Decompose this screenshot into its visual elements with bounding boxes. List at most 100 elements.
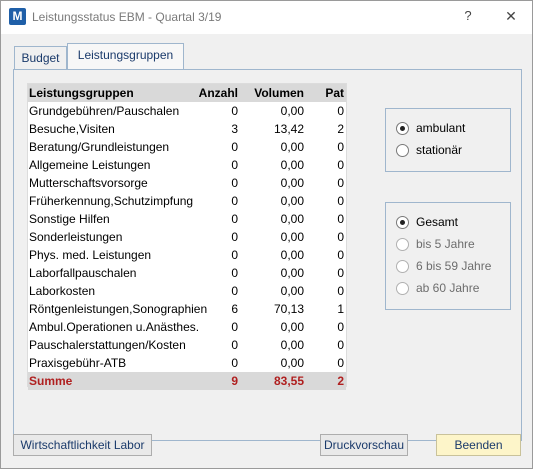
cell-volumen: 0,00 <box>280 248 304 262</box>
app-logo-icon: M <box>9 8 26 25</box>
care-type-group: ambulant stationär <box>385 108 511 172</box>
cell-leistungsgruppe: Laborfallpauschalen <box>29 266 137 280</box>
table-total-row: Summe 9 83,55 2 <box>28 372 346 390</box>
cell-anzahl: 6 <box>231 302 238 316</box>
table-row[interactable]: Allgemeine Leistungen 0 0,00 0 <box>28 156 346 174</box>
radio-label: bis 5 Jahre <box>416 237 475 251</box>
cell-leistungsgruppe: Grundgebühren/Pauschalen <box>29 104 180 118</box>
total-cell-pat: 2 <box>337 374 344 388</box>
cell-anzahl: 3 <box>231 122 238 136</box>
radio-unchecked-icon <box>396 238 409 251</box>
table-row[interactable]: Ambul.Operationen u.Anästhes. 0 0,00 0 <box>28 318 346 336</box>
tab-leistungsgruppen[interactable]: Leistungsgruppen <box>67 43 184 70</box>
cell-pat: 0 <box>337 104 344 118</box>
table-row[interactable]: Sonderleistungen 0 0,00 0 <box>28 228 346 246</box>
cell-volumen: 0,00 <box>280 104 304 118</box>
cell-leistungsgruppe: Laborkosten <box>29 284 96 298</box>
column-header-anzahl[interactable]: Anzahl <box>168 84 238 102</box>
cell-volumen: 0,00 <box>280 140 304 154</box>
cell-pat: 0 <box>337 266 344 280</box>
radio-checked-icon <box>396 216 409 229</box>
cell-anzahl: 0 <box>231 230 238 244</box>
cell-pat: 1 <box>337 302 344 316</box>
cell-volumen: 0,00 <box>280 230 304 244</box>
cell-pat: 0 <box>337 176 344 190</box>
tab-panel-leistungsgruppen: Leistungsgruppen Anzahl Volumen Pat Grun… <box>13 69 522 441</box>
cell-leistungsgruppe: Phys. med. Leistungen <box>29 248 152 262</box>
cell-volumen: 0,00 <box>280 176 304 190</box>
cell-leistungsgruppe: Ambul.Operationen u.Anästhes. <box>29 320 200 334</box>
tab-budget[interactable]: Budget <box>14 46 67 69</box>
cell-leistungsgruppe: Besuche,Visiten <box>29 122 115 136</box>
cell-volumen: 0,00 <box>280 158 304 172</box>
table-row[interactable]: Phys. med. Leistungen 0 0,00 0 <box>28 246 346 264</box>
table-row[interactable]: Röntgenleistungen,Sonographien 6 70,13 1 <box>28 300 346 318</box>
cell-leistungsgruppe: Praxisgebühr-ATB <box>29 356 127 370</box>
total-cell-anzahl: 9 <box>231 374 238 388</box>
leistungsgruppen-table[interactable]: Leistungsgruppen Anzahl Volumen Pat Grun… <box>27 83 347 390</box>
cell-volumen: 0,00 <box>280 266 304 280</box>
cell-anzahl: 0 <box>231 338 238 352</box>
cell-anzahl: 0 <box>231 176 238 190</box>
cell-pat: 0 <box>337 212 344 226</box>
cell-pat: 0 <box>337 140 344 154</box>
cell-leistungsgruppe: Röntgenleistungen,Sonographien <box>29 302 208 316</box>
cell-anzahl: 0 <box>231 266 238 280</box>
radio-checked-icon <box>396 122 409 135</box>
cell-pat: 0 <box>337 356 344 370</box>
wirtschaftlichkeit-labor-button[interactable]: Wirtschaftlichkeit Labor <box>13 434 152 456</box>
window-title: Leistungsstatus EBM - Quartal 3/19 <box>32 10 222 24</box>
cell-leistungsgruppe: Allgemeine Leistungen <box>29 158 151 172</box>
beenden-button[interactable]: Beenden <box>436 434 521 456</box>
table-row[interactable]: Mutterschaftsvorsorge 0 0,00 0 <box>28 174 346 192</box>
cell-leistungsgruppe: Sonstige Hilfen <box>29 212 110 226</box>
dialog-window: M Leistungsstatus EBM - Quartal 3/19 ? ✕… <box>0 0 533 469</box>
cell-anzahl: 0 <box>231 356 238 370</box>
cell-anzahl: 0 <box>231 194 238 208</box>
cell-anzahl: 0 <box>231 104 238 118</box>
cell-volumen: 13,42 <box>273 122 304 136</box>
cell-anzahl: 0 <box>231 248 238 262</box>
cell-leistungsgruppe: Pauschalerstattungen/Kosten <box>29 338 186 352</box>
table-row[interactable]: Grundgebühren/Pauschalen 0 0,00 0 <box>28 102 346 120</box>
table-row[interactable]: Pauschalerstattungen/Kosten 0 0,00 0 <box>28 336 346 354</box>
age-group-group: Gesamt bis 5 Jahre 6 bis 59 Jahre ab 60 … <box>385 202 511 310</box>
column-header-pat[interactable]: Pat <box>304 84 344 102</box>
cell-volumen: 0,00 <box>280 356 304 370</box>
cell-anzahl: 0 <box>231 212 238 226</box>
help-button[interactable]: ? <box>458 6 478 26</box>
cell-pat: 0 <box>337 194 344 208</box>
cell-anzahl: 0 <box>231 140 238 154</box>
cell-pat: 0 <box>337 338 344 352</box>
cell-pat: 0 <box>337 230 344 244</box>
cell-volumen: 0,00 <box>280 212 304 226</box>
cell-leistungsgruppe: Früherkennung,Schutzimpfung <box>29 194 194 208</box>
table-row[interactable]: Laborkosten 0 0,00 0 <box>28 282 346 300</box>
radio-label: ab 60 Jahre <box>416 281 480 295</box>
cell-leistungsgruppe: Beratung/Grundleistungen <box>29 140 170 154</box>
table-row[interactable]: Beratung/Grundleistungen 0 0,00 0 <box>28 138 346 156</box>
table-row[interactable]: Praxisgebühr-ATB 0 0,00 0 <box>28 354 346 372</box>
table-row[interactable]: Früherkennung,Schutzimpfung 0 0,00 0 <box>28 192 346 210</box>
close-button[interactable]: ✕ <box>499 6 523 26</box>
dialog-client-area: Budget Leistungsgruppen Leistungsgruppen… <box>1 34 532 468</box>
title-bar[interactable]: M Leistungsstatus EBM - Quartal 3/19 ? ✕ <box>1 1 532 34</box>
cell-pat: 0 <box>337 158 344 172</box>
column-header-volumen[interactable]: Volumen <box>238 84 304 102</box>
table-row[interactable]: Sonstige Hilfen 0 0,00 0 <box>28 210 346 228</box>
radio-label: Gesamt <box>416 215 459 229</box>
cell-volumen: 70,13 <box>273 302 304 316</box>
druckvorschau-button[interactable]: Druckvorschau <box>320 434 408 456</box>
table-row[interactable]: Besuche,Visiten 3 13,42 2 <box>28 120 346 138</box>
radio-unchecked-icon <box>396 260 409 273</box>
cell-pat: 2 <box>337 122 344 136</box>
radio-unchecked-icon <box>396 144 409 157</box>
cell-leistungsgruppe: Sonderleistungen <box>29 230 123 244</box>
cell-volumen: 0,00 <box>280 338 304 352</box>
cell-volumen: 0,00 <box>280 194 304 208</box>
cell-anzahl: 0 <box>231 320 238 334</box>
radio-unchecked-icon <box>396 282 409 295</box>
table-row[interactable]: Laborfallpauschalen 0 0,00 0 <box>28 264 346 282</box>
radio-label: stationär <box>416 143 463 157</box>
radio-label: ambulant <box>416 121 466 135</box>
